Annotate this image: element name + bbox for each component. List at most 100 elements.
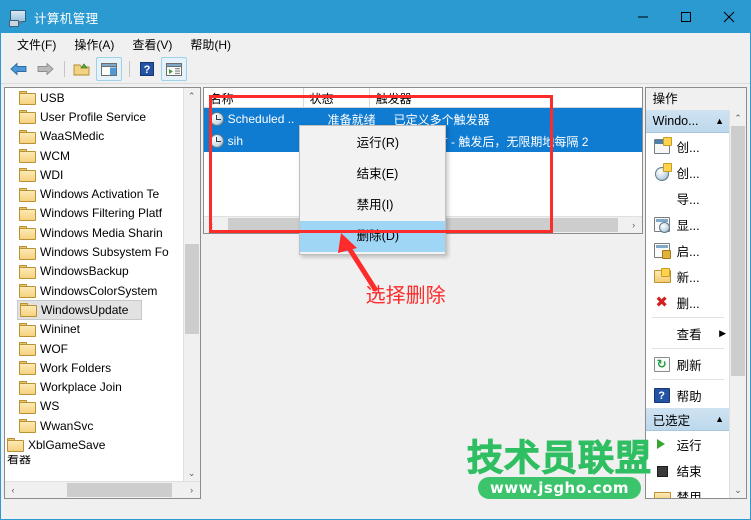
action-import-task[interactable]: 导... — [645, 185, 730, 211]
action-item-label: 启... — [676, 244, 700, 259]
action-run[interactable]: 运行 — [645, 431, 730, 457]
menu-view[interactable]: 查看(V) — [123, 34, 181, 55]
action-create-task[interactable]: 创... — [645, 159, 730, 185]
column-trigger[interactable]: 触发器 — [370, 88, 642, 107]
tree-scroll-right-button[interactable]: › — [184, 482, 200, 498]
tree-item[interactable]: WaaSMedic — [5, 127, 200, 146]
end-icon — [654, 463, 670, 478]
folder-icon — [19, 245, 36, 260]
context-menu-run[interactable]: 运行(R) — [300, 128, 445, 159]
show-hide-tree-button[interactable] — [96, 57, 122, 81]
action-disable[interactable]: 禁用 — [645, 483, 730, 498]
column-status[interactable]: 状态 — [304, 88, 370, 107]
tree-scroll-down-button[interactable]: ⌄ — [184, 465, 200, 481]
tree-scroll-track[interactable] — [183, 104, 200, 465]
tree-item[interactable]: WS — [5, 397, 200, 416]
column-name[interactable]: 名称 — [204, 88, 304, 107]
tree-item[interactable]: WindowsBackup — [5, 262, 200, 281]
action-end[interactable]: 结束 — [645, 457, 730, 483]
tree-horizontal-scrollbar[interactable]: ‹ › — [5, 481, 200, 498]
actions-group-header[interactable]: Windo... ▲ — [645, 110, 730, 133]
tree-item[interactable]: WindowsUpdate — [17, 300, 142, 320]
panel-left-icon — [101, 62, 117, 76]
action-help[interactable]: ? 帮助 — [645, 382, 730, 408]
tree-scroll-left-button[interactable]: ‹ — [5, 482, 21, 498]
context-menu-end[interactable]: 结束(E) — [300, 159, 445, 190]
computer-management-window: 计算机管理 文件(F) 操作(A) 查看(V) 帮助(H) ? USB User… — [0, 0, 751, 520]
action-delete-folder[interactable]: ✖ 删... — [645, 289, 730, 315]
disable-icon — [653, 489, 671, 498]
action-create-task-basic[interactable]: 创... — [645, 133, 730, 159]
folder-icon — [19, 226, 36, 241]
task-list-header: 名称 状态 触发器 — [203, 88, 642, 108]
actions-group-title: 已选定 — [652, 413, 691, 428]
task-scroll-right-button[interactable]: › — [626, 217, 642, 233]
toolbar: ? — [1, 55, 750, 84]
tree-scroll-thumb[interactable] — [184, 244, 199, 334]
folder-icon — [19, 361, 36, 376]
up-folder-button[interactable] — [70, 58, 94, 80]
actions-group-header[interactable]: 已选定 ▲ — [645, 408, 730, 431]
forward-button[interactable] — [33, 58, 57, 80]
tree-item[interactable]: Windows Media Sharin — [5, 223, 200, 242]
close-button[interactable] — [707, 1, 750, 33]
minimize-button[interactable] — [621, 1, 664, 33]
tree-scroll-up-button[interactable]: ⌃ — [184, 88, 200, 104]
folder-icon — [19, 264, 36, 279]
actions-scroll-thumb[interactable] — [730, 126, 745, 376]
tree-clipped-row: 看器 — [7, 454, 32, 466]
tree-item[interactable]: Windows Subsystem Fo — [5, 242, 200, 261]
tree-item[interactable]: WDI — [5, 165, 200, 184]
new-folder-icon — [653, 267, 671, 284]
tree-item-label: WCM — [40, 148, 70, 163]
show-hide-action-pane-button[interactable] — [161, 57, 187, 81]
tree-item-label: Windows Subsystem Fo — [40, 245, 169, 260]
tree-vertical-scrollbar[interactable]: ⌃ ⌄ — [182, 88, 200, 481]
action-new-folder[interactable]: 新... — [645, 263, 730, 289]
tree-item-label: WindowsColorSystem — [40, 283, 158, 298]
menu-file[interactable]: 文件(F) — [8, 34, 65, 55]
svg-text:?: ? — [143, 64, 150, 76]
actions-scroll-up-button[interactable]: ⌃ — [730, 110, 746, 126]
collapse-icon[interactable]: ▲ — [715, 116, 724, 126]
actions-vertical-scrollbar[interactable]: ⌃ ⌄ — [728, 110, 746, 498]
action-refresh[interactable]: ↻ 刷新 — [645, 351, 730, 377]
tree-item[interactable]: WindowsColorSystem — [5, 281, 200, 300]
actions-scroll-track[interactable] — [729, 126, 746, 482]
collapse-icon[interactable]: ▲ — [715, 414, 724, 424]
tree-hscroll-track[interactable] — [21, 482, 184, 498]
action-item-label: 新... — [676, 270, 700, 285]
tree-item[interactable]: WOF — [5, 339, 200, 358]
tree-item[interactable]: Windows Activation Te — [5, 184, 200, 203]
task-scroll-left-button[interactable]: ‹ — [204, 217, 220, 233]
tree-item[interactable]: User Profile Service — [5, 107, 200, 126]
actions-separator — [651, 379, 724, 380]
tree-item[interactable]: WCM — [5, 146, 200, 165]
actions-scroll-down-button[interactable]: ⌄ — [730, 482, 746, 498]
folder-icon — [19, 91, 36, 106]
console-tree-pane: USB User Profile Service WaaSMedic WCM WDI Wi… — [4, 87, 201, 499]
tree-item[interactable]: Work Folders — [5, 358, 200, 377]
menu-help[interactable]: 帮助(H) — [181, 34, 240, 55]
tree-item[interactable]: WwanSvc — [5, 416, 200, 435]
folder-icon — [19, 129, 36, 144]
display-all-running-tasks-icon — [653, 216, 670, 233]
context-menu-disable[interactable]: 禁用(I) — [300, 190, 445, 221]
maximize-button[interactable] — [664, 1, 707, 33]
tree-item-root[interactable]: XblGameSave — [5, 435, 200, 454]
submenu-arrow-icon[interactable]: ▶ — [719, 328, 726, 339]
tree-item[interactable]: Wininet — [5, 320, 200, 339]
menu-action[interactable]: 操作(A) — [65, 34, 123, 55]
tree-item[interactable]: Windows Filtering Platf — [5, 204, 200, 223]
tree-item[interactable]: USB — [5, 88, 200, 107]
window-title: 计算机管理 — [34, 11, 99, 26]
tree-item-label: Wininet — [40, 322, 81, 337]
help-button[interactable]: ? — [135, 58, 159, 80]
tree-hscroll-thumb[interactable] — [67, 483, 172, 497]
action-enable-history[interactable]: 启... — [645, 237, 730, 263]
back-button[interactable] — [7, 58, 31, 80]
question-mark-icon: ? — [139, 62, 154, 76]
action-display-running-tasks[interactable]: 显... — [645, 211, 730, 237]
action-view[interactable]: 查看 ▶ — [645, 320, 730, 346]
tree-item[interactable]: Workplace Join — [5, 377, 200, 396]
